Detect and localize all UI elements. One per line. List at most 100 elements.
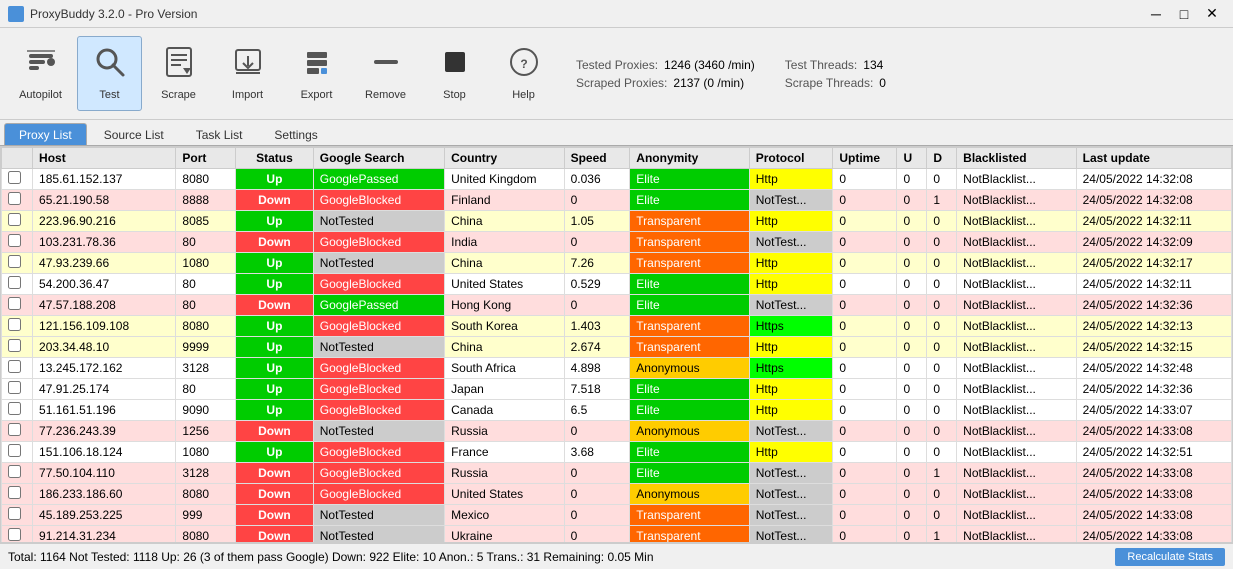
row-checkbox[interactable] — [2, 232, 33, 253]
row-checkbox[interactable] — [2, 463, 33, 484]
row-protocol: Http — [749, 337, 833, 358]
table-row[interactable]: 77.236.243.39 1256 Down NotTested Russia… — [2, 421, 1232, 442]
row-uptime: 0 — [833, 358, 897, 379]
row-status: Up — [236, 400, 314, 421]
row-port: 8080 — [176, 169, 236, 190]
table-row[interactable]: 54.200.36.47 80 Up GoogleBlocked United … — [2, 274, 1232, 295]
help-button[interactable]: ?Help — [491, 36, 556, 111]
row-speed: 7.518 — [564, 379, 630, 400]
table-row[interactable]: 91.214.31.234 8080 Down NotTested Ukrain… — [2, 526, 1232, 544]
row-checkbox[interactable] — [2, 316, 33, 337]
col-protocol[interactable]: Protocol — [749, 148, 833, 169]
row-protocol: Http — [749, 442, 833, 463]
row-d: 0 — [927, 169, 957, 190]
row-protocol: NotTest... — [749, 295, 833, 316]
row-anonymity: Elite — [630, 400, 749, 421]
col-host[interactable]: Host — [33, 148, 176, 169]
table-row[interactable]: 51.161.51.196 9090 Up GoogleBlocked Cana… — [2, 400, 1232, 421]
row-u: 0 — [897, 274, 927, 295]
row-country: Mexico — [445, 505, 564, 526]
remove-button[interactable]: Remove — [353, 36, 418, 111]
scrape-button[interactable]: Scrape — [146, 36, 211, 111]
maximize-button[interactable]: □ — [1171, 4, 1197, 24]
row-port: 9999 — [176, 337, 236, 358]
table-row[interactable]: 223.96.90.216 8085 Up NotTested China 1.… — [2, 211, 1232, 232]
import-button[interactable]: Import — [215, 36, 280, 111]
row-checkbox[interactable] — [2, 253, 33, 274]
stop-button[interactable]: Stop — [422, 36, 487, 111]
table-row[interactable]: 203.34.48.10 9999 Up NotTested China 2.6… — [2, 337, 1232, 358]
tested-proxies-stat: Tested Proxies: 1246 (3460 /min) — [576, 58, 755, 72]
row-port: 9090 — [176, 400, 236, 421]
table-row[interactable]: 13.245.172.162 3128 Up GoogleBlocked Sou… — [2, 358, 1232, 379]
row-google: GoogleBlocked — [313, 484, 444, 505]
row-anonymity: Elite — [630, 442, 749, 463]
autopilot-button[interactable]: Autopilot — [8, 36, 73, 111]
row-checkbox[interactable] — [2, 211, 33, 232]
table-row[interactable]: 45.189.253.225 999 Down NotTested Mexico… — [2, 505, 1232, 526]
row-checkbox[interactable] — [2, 484, 33, 505]
export-button[interactable]: Export — [284, 36, 349, 111]
table-row[interactable]: 151.106.18.124 1080 Up GoogleBlocked Fra… — [2, 442, 1232, 463]
row-country: India — [445, 232, 564, 253]
tab-source-list[interactable]: Source List — [89, 123, 179, 145]
row-checkbox[interactable] — [2, 358, 33, 379]
tab-settings[interactable]: Settings — [259, 123, 332, 145]
row-checkbox[interactable] — [2, 169, 33, 190]
col-port[interactable]: Port — [176, 148, 236, 169]
row-checkbox[interactable] — [2, 274, 33, 295]
table-row[interactable]: 186.233.186.60 8080 Down GoogleBlocked U… — [2, 484, 1232, 505]
row-checkbox[interactable] — [2, 379, 33, 400]
row-checkbox[interactable] — [2, 442, 33, 463]
row-checkbox[interactable] — [2, 421, 33, 442]
row-last-update: 24/05/2022 14:33:08 — [1076, 526, 1231, 544]
table-row[interactable]: 47.57.188.208 80 Down GooglePassed Hong … — [2, 295, 1232, 316]
row-anonymity: Elite — [630, 190, 749, 211]
table-row[interactable]: 77.50.104.110 3128 Down GoogleBlocked Ru… — [2, 463, 1232, 484]
col-speed[interactable]: Speed — [564, 148, 630, 169]
col-last-update[interactable]: Last update — [1076, 148, 1231, 169]
tab-task-list[interactable]: Task List — [181, 123, 258, 145]
col-u[interactable]: U — [897, 148, 927, 169]
row-u: 0 — [897, 295, 927, 316]
col-uptime[interactable]: Uptime — [833, 148, 897, 169]
col-country[interactable]: Country — [445, 148, 564, 169]
row-checkbox[interactable] — [2, 505, 33, 526]
row-last-update: 24/05/2022 14:32:08 — [1076, 190, 1231, 211]
col-d[interactable]: D — [927, 148, 957, 169]
toolbar-stats: Tested Proxies: 1246 (3460 /min) Test Th… — [576, 58, 886, 90]
col-blacklisted[interactable]: Blacklisted — [957, 148, 1076, 169]
minimize-button[interactable]: ─ — [1143, 4, 1169, 24]
test-threads-stat: Test Threads: 134 — [785, 58, 886, 72]
row-checkbox[interactable] — [2, 190, 33, 211]
col-status[interactable]: Status — [236, 148, 314, 169]
row-host: 47.57.188.208 — [33, 295, 176, 316]
tab-proxy-list[interactable]: Proxy List — [4, 123, 87, 145]
row-blacklisted: NotBlacklist... — [957, 484, 1076, 505]
close-button[interactable]: ✕ — [1199, 4, 1225, 24]
table-row[interactable]: 47.93.239.66 1080 Up NotTested China 7.2… — [2, 253, 1232, 274]
test-button[interactable]: Test — [77, 36, 142, 111]
recalculate-stats-button[interactable]: Recalculate Stats — [1115, 548, 1225, 566]
row-checkbox[interactable] — [2, 337, 33, 358]
scraped-proxies-stat: Scraped Proxies: 2137 (0 /min) — [576, 76, 755, 90]
table-row[interactable]: 185.61.152.137 8080 Up GooglePassed Unit… — [2, 169, 1232, 190]
row-checkbox[interactable] — [2, 526, 33, 544]
row-protocol: Http — [749, 379, 833, 400]
proxy-table-container[interactable]: Host Port Status Google Search Country S… — [0, 146, 1233, 543]
table-row[interactable]: 47.91.25.174 80 Up GoogleBlocked Japan 7… — [2, 379, 1232, 400]
row-d: 0 — [927, 484, 957, 505]
col-google[interactable]: Google Search — [313, 148, 444, 169]
row-checkbox[interactable] — [2, 400, 33, 421]
table-row[interactable]: 65.21.190.58 8888 Down GoogleBlocked Fin… — [2, 190, 1232, 211]
table-row[interactable]: 103.231.78.36 80 Down GoogleBlocked Indi… — [2, 232, 1232, 253]
col-anonymity[interactable]: Anonymity — [630, 148, 749, 169]
toolbar: AutopilotTestScrapeImportExportRemoveSto… — [0, 28, 1233, 120]
row-anonymity: Elite — [630, 463, 749, 484]
row-google: GoogleBlocked — [313, 379, 444, 400]
row-speed: 0 — [564, 526, 630, 544]
table-row[interactable]: 121.156.109.108 8080 Up GoogleBlocked So… — [2, 316, 1232, 337]
row-speed: 4.898 — [564, 358, 630, 379]
row-uptime: 0 — [833, 253, 897, 274]
row-checkbox[interactable] — [2, 295, 33, 316]
